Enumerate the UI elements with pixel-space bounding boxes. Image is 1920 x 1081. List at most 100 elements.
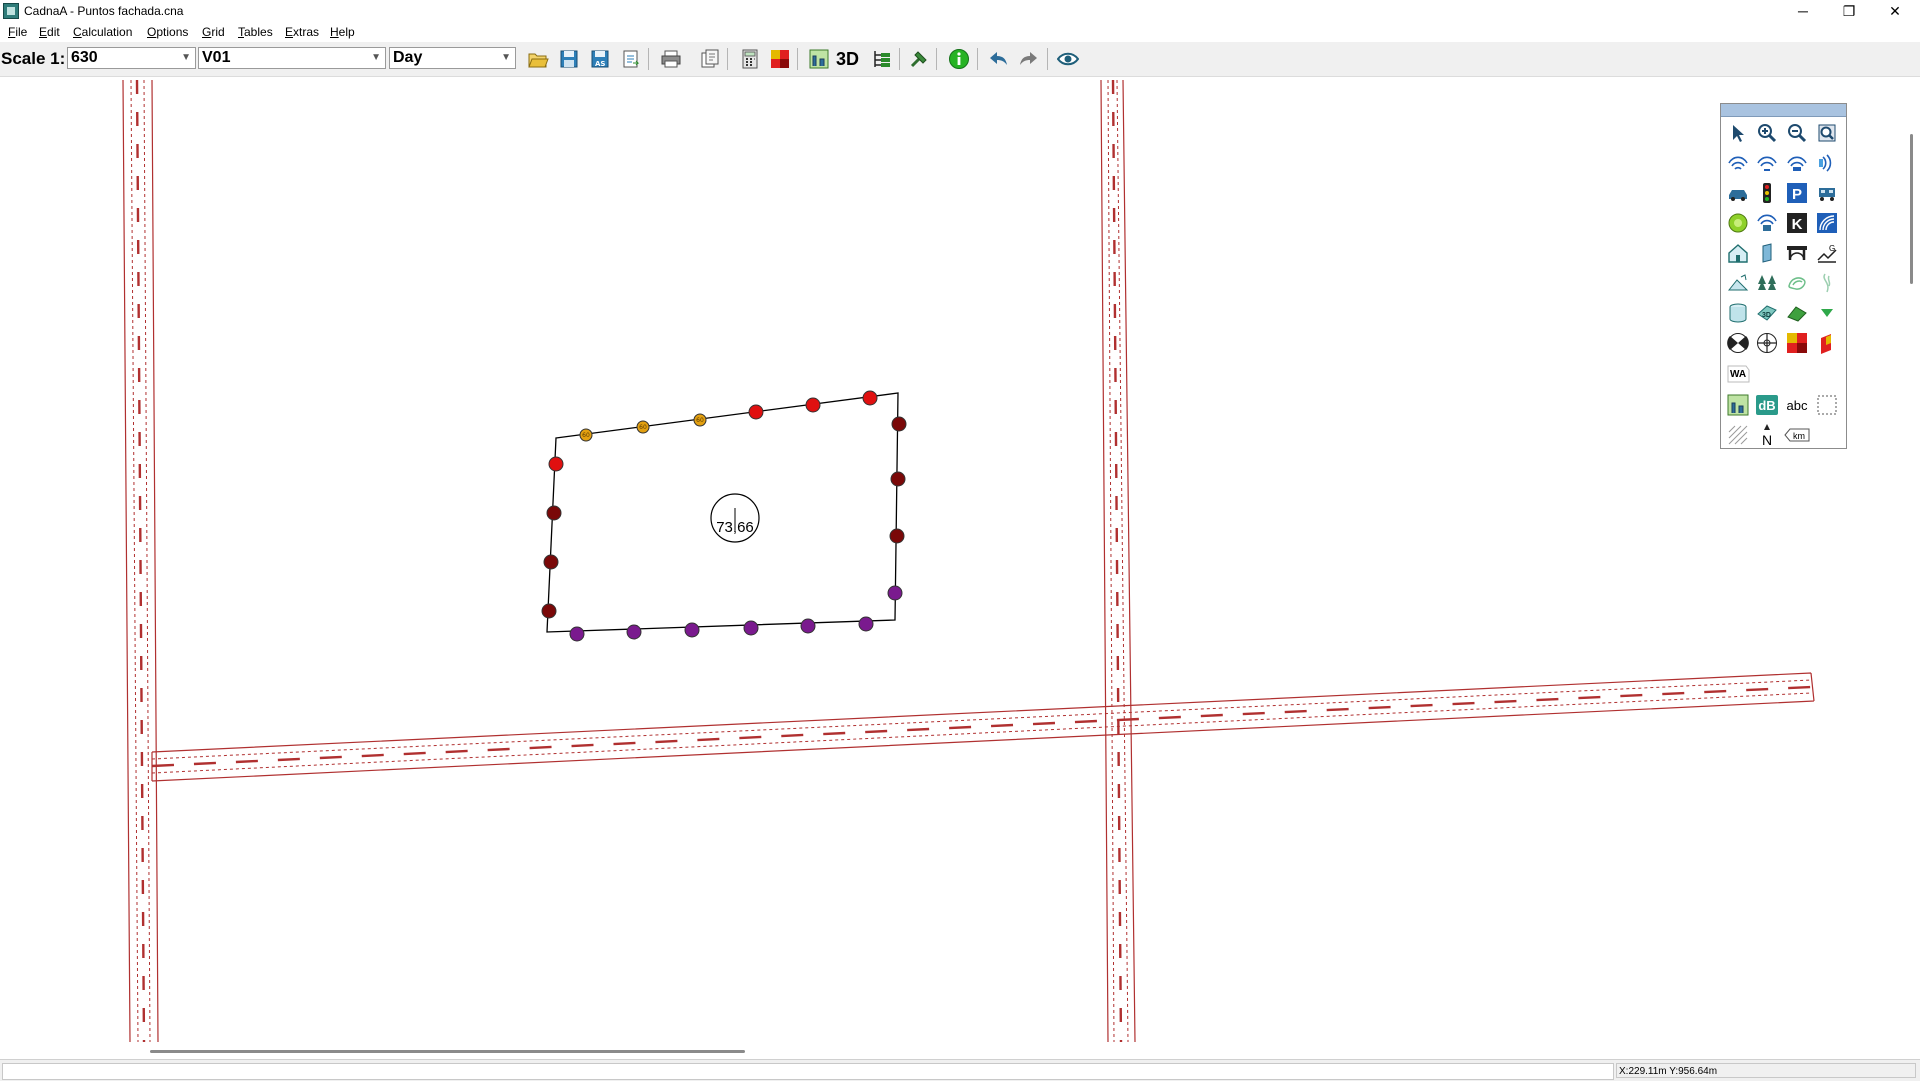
road-left[interactable]	[122, 79, 159, 1042]
menu-options[interactable]: Options	[147, 25, 188, 39]
eye-icon[interactable]	[1057, 48, 1079, 70]
undo-icon[interactable]	[987, 48, 1009, 70]
parking-lot-icon[interactable]: P	[1784, 180, 1810, 206]
export-icon[interactable]	[620, 48, 642, 70]
zoom-out-icon[interactable]	[1784, 120, 1810, 146]
facade-receiver[interactable]	[569, 626, 585, 642]
object-tree-icon[interactable]	[871, 48, 893, 70]
page-setup-icon[interactable]	[699, 48, 721, 70]
height-line-icon[interactable]	[1814, 270, 1840, 296]
point-marker-icon[interactable]	[1725, 330, 1751, 356]
facade-receiver[interactable]	[890, 471, 906, 487]
vegetation-icon[interactable]	[1754, 270, 1780, 296]
north-arrow-icon[interactable]: N	[1754, 422, 1780, 448]
industrial-source-icon[interactable]	[1754, 210, 1780, 236]
title-bar: CadnaA - Puntos fachada.cna ─ ❐ ✕	[0, 0, 1920, 22]
menu-extras[interactable]: Extras	[285, 25, 319, 39]
road-car-icon[interactable]	[1725, 180, 1751, 206]
print-icon[interactable]	[660, 48, 682, 70]
railway-icon[interactable]	[1814, 180, 1840, 206]
scale-combo[interactable]: 630 ▼	[67, 47, 196, 69]
crosshair-icon[interactable]	[1754, 330, 1780, 356]
grid-area-icon[interactable]	[1784, 330, 1810, 356]
building-label[interactable]: 73,66	[710, 493, 760, 543]
map-view-icon[interactable]	[1725, 392, 1751, 418]
period-combo[interactable]: Day ▼	[389, 47, 516, 69]
three-d-button[interactable]: 3D	[836, 49, 864, 71]
map-view-icon[interactable]	[808, 48, 830, 70]
save-icon[interactable]	[558, 48, 580, 70]
noise-grid-icon[interactable]	[769, 48, 791, 70]
drawing-canvas[interactable]: 73,66 60 60 60	[0, 77, 1920, 1042]
vertical-scrollbar[interactable]	[1906, 77, 1920, 1042]
wa-object-icon[interactable]: WA	[1725, 360, 1751, 386]
embankment-icon[interactable]	[1725, 270, 1751, 296]
tank-cylinder-icon[interactable]	[1725, 300, 1751, 326]
minimize-button[interactable]: ─	[1780, 0, 1826, 22]
dropdown-triangle-icon[interactable]	[1814, 300, 1840, 326]
3d-object-icon[interactable]: 3D	[1754, 300, 1780, 326]
restore-button[interactable]: ❐	[1826, 0, 1872, 22]
ground-absorption-icon[interactable]: G	[1814, 240, 1840, 266]
save-as-icon[interactable]: AS	[589, 48, 611, 70]
facade-receiver[interactable]	[543, 554, 559, 570]
facade-receiver[interactable]	[887, 585, 903, 601]
vertical-scroll-thumb[interactable]	[1910, 134, 1913, 284]
info-icon[interactable]	[948, 48, 970, 70]
facade-receiver[interactable]	[626, 624, 642, 640]
variant-value: V01	[202, 49, 231, 66]
horizontal-scrollbar[interactable]	[0, 1042, 1906, 1056]
line-source-icon[interactable]	[1754, 150, 1780, 176]
facade-grid-icon[interactable]	[1814, 330, 1840, 356]
contour-icon[interactable]	[1784, 270, 1810, 296]
menu-grid[interactable]: Grid	[202, 25, 225, 39]
menu-help[interactable]: Help	[330, 25, 355, 39]
facade-receiver[interactable]	[748, 404, 764, 420]
probe-tool-icon[interactable]	[908, 48, 930, 70]
zoom-extent-icon[interactable]	[1814, 120, 1840, 146]
facade-receiver[interactable]	[862, 390, 878, 406]
vertical-area-source-icon[interactable]	[1814, 150, 1840, 176]
map-svg[interactable]: 73,66 60 60 60	[0, 77, 1906, 1042]
variant-combo[interactable]: V01 ▼	[198, 47, 386, 69]
text-abc-icon[interactable]: abc	[1784, 392, 1810, 418]
menu-file[interactable]: File	[8, 25, 27, 39]
calculator-icon[interactable]	[739, 48, 761, 70]
building-icon[interactable]	[1725, 240, 1751, 266]
facade-receiver[interactable]	[743, 620, 759, 636]
redo-icon[interactable]	[1018, 48, 1040, 70]
palette-titlebar[interactable]	[1721, 104, 1846, 117]
bridge-icon[interactable]	[1784, 240, 1810, 266]
rectangle-frame-icon[interactable]	[1814, 392, 1840, 418]
horizontal-scroll-thumb[interactable]	[150, 1050, 745, 1053]
facade-receiver[interactable]	[541, 603, 557, 619]
facade-receiver[interactable]	[800, 618, 816, 634]
barrier-wall-icon[interactable]	[1754, 240, 1780, 266]
db-level-icon[interactable]: dB	[1754, 392, 1780, 418]
select-arrow-icon[interactable]	[1725, 120, 1751, 146]
road-center[interactable]	[1100, 79, 1136, 1042]
facade-receiver[interactable]	[546, 505, 562, 521]
road-horizontal[interactable]	[151, 672, 1815, 782]
menu-calculation[interactable]: Calculation	[73, 25, 132, 39]
k-object-icon[interactable]: K	[1784, 210, 1810, 236]
facade-receiver[interactable]	[548, 456, 564, 472]
facade-receiver[interactable]	[858, 616, 874, 632]
facade-receiver[interactable]	[891, 416, 907, 432]
scale-bar-icon[interactable]: km	[1784, 422, 1810, 448]
hatch-area-icon[interactable]	[1725, 422, 1751, 448]
sound-wave-icon[interactable]	[1814, 210, 1840, 236]
point-source-icon[interactable]	[1725, 150, 1751, 176]
menu-tables[interactable]: Tables	[238, 25, 273, 39]
receiver-point-icon[interactable]	[1725, 210, 1751, 236]
traffic-light-icon[interactable]	[1754, 180, 1780, 206]
menu-edit[interactable]: Edit	[39, 25, 60, 39]
area-source-icon[interactable]	[1784, 150, 1810, 176]
close-button[interactable]: ✕	[1872, 0, 1918, 22]
open-file-icon[interactable]	[527, 48, 549, 70]
terrain-area-icon[interactable]	[1784, 300, 1810, 326]
facade-receiver[interactable]	[805, 397, 821, 413]
zoom-in-icon[interactable]	[1754, 120, 1780, 146]
facade-receiver[interactable]	[684, 622, 700, 638]
facade-receiver[interactable]	[889, 528, 905, 544]
